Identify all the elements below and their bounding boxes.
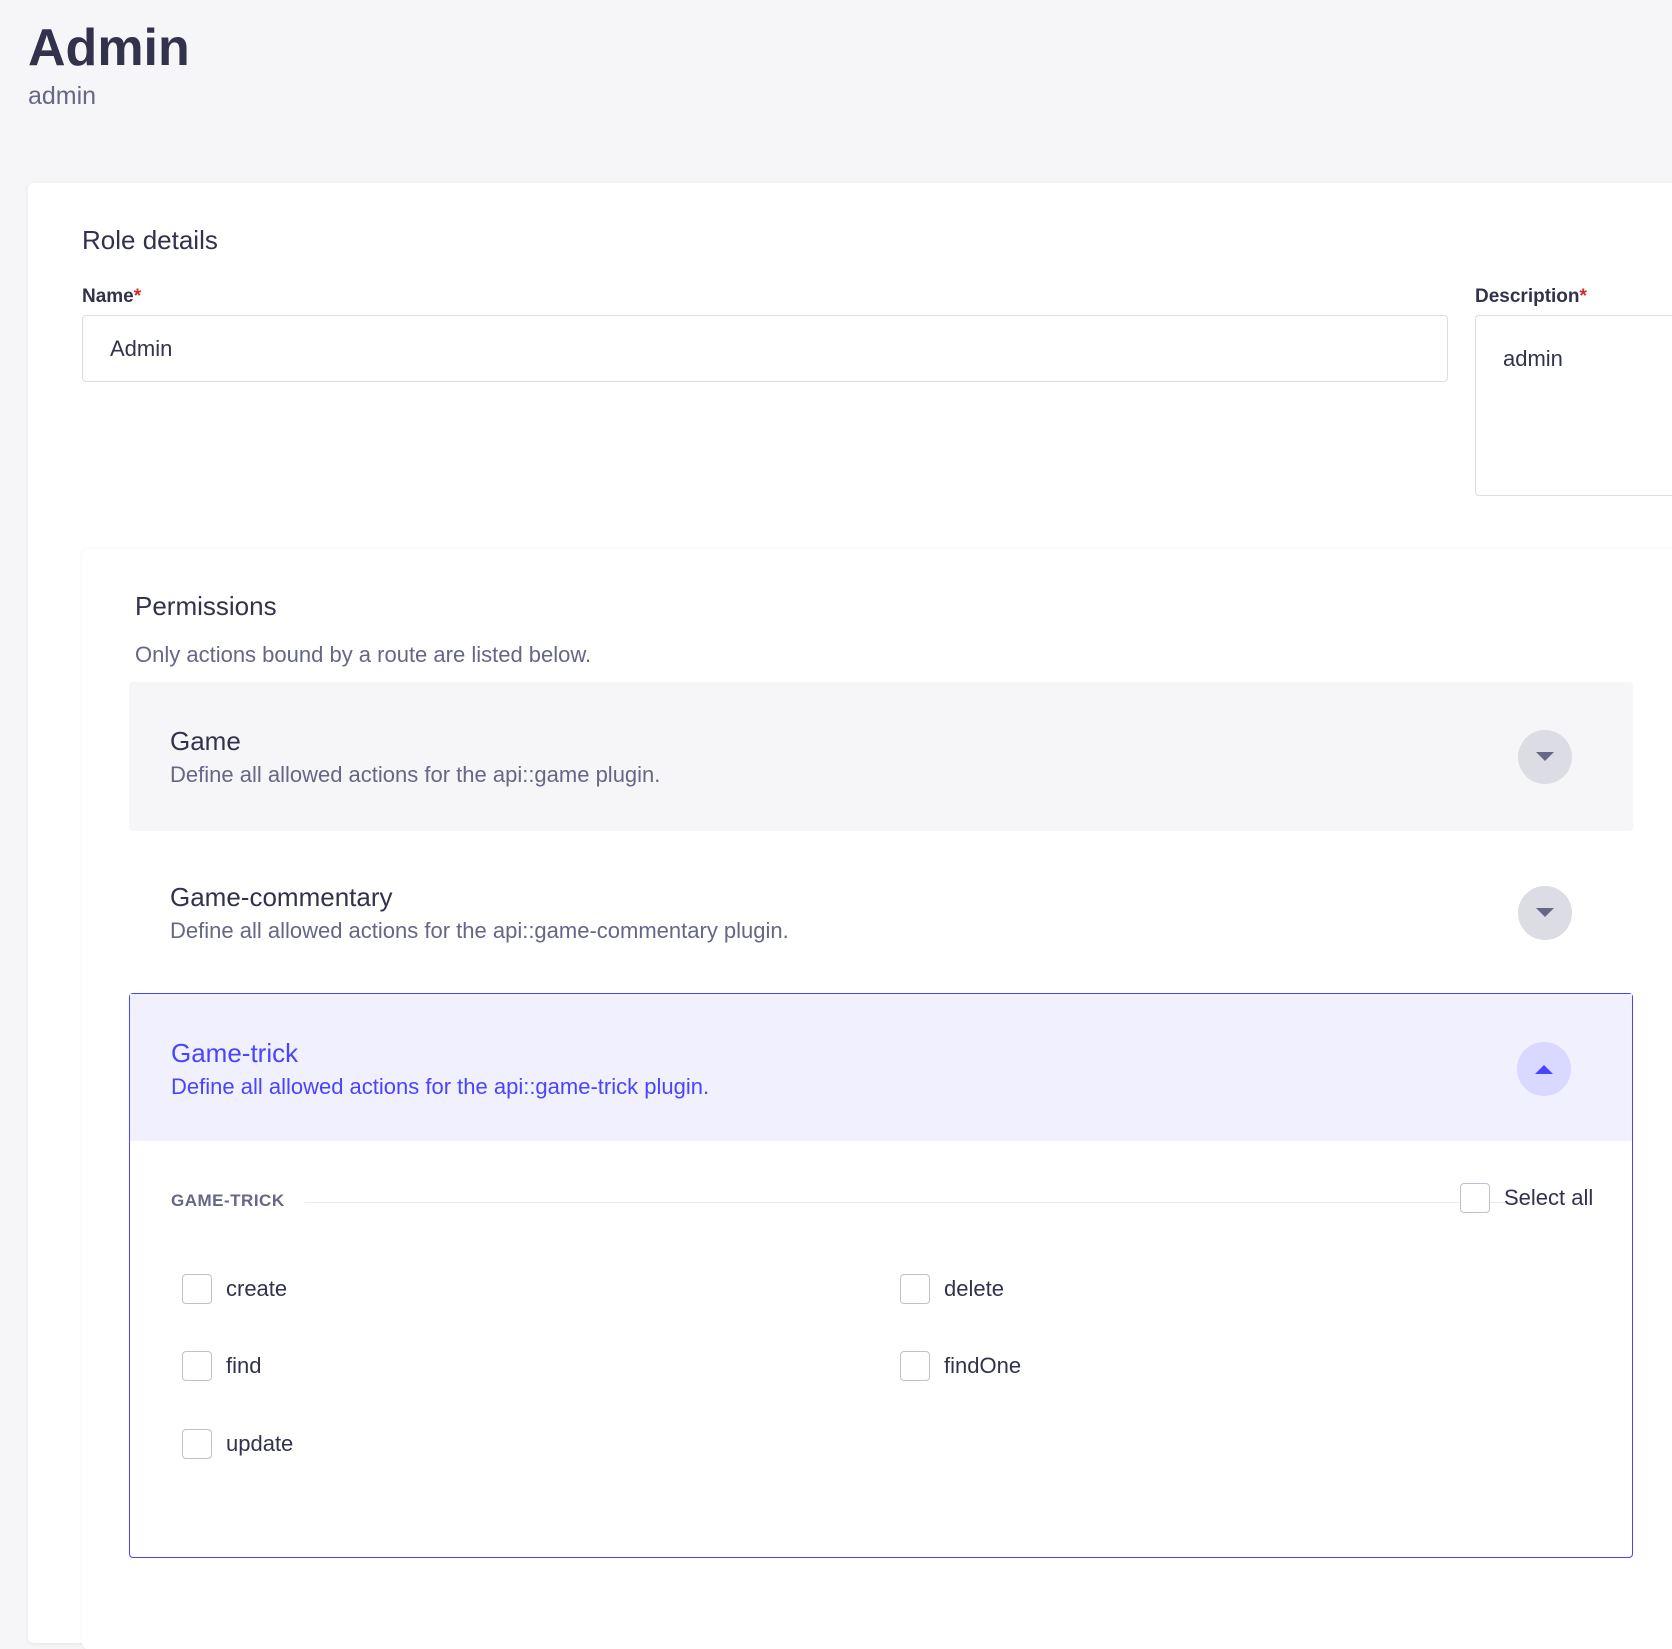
plugin-name: Game-trick [171, 1038, 299, 1068]
accordion-header-game-trick[interactable]: Game-trick Define all allowed actions fo… [130, 994, 1632, 1141]
accordion-game-trick: Game-trick Define all allowed actions fo… [129, 993, 1633, 1558]
plugin-name: Game-commentary [170, 882, 393, 912]
action-label: delete [944, 1276, 1004, 1301]
action-label: findOne [944, 1353, 1022, 1378]
name-label: Name* [82, 286, 141, 308]
checkbox[interactable] [182, 1274, 212, 1304]
accordion-game-commentary: Game-commentary Define all allowed actio… [129, 838, 1633, 987]
select-all-checkbox[interactable]: Select all [1460, 1183, 1593, 1213]
plugin-description: Define all allowed actions for the api::… [171, 1074, 710, 1099]
plugin-description: Define all allowed actions for the api::… [170, 918, 789, 943]
accordion-header-game-commentary[interactable]: Game-commentary Define all allowed actio… [129, 838, 1633, 985]
role-details-title: Role details [82, 225, 218, 255]
action-findone[interactable]: findOne [900, 1351, 1021, 1381]
required-asterisk: * [133, 286, 142, 307]
select-all-label: Select all [1504, 1185, 1594, 1210]
chevron-up-icon [1535, 1065, 1553, 1074]
description-label: Description* [1475, 286, 1587, 308]
checkbox[interactable] [182, 1351, 212, 1381]
permissions-title: Permissions [135, 591, 277, 621]
plugin-description: Define all allowed actions for the api::… [170, 762, 661, 787]
checkbox[interactable] [182, 1429, 212, 1459]
permissions-subtitle: Only actions bound by a route are listed… [135, 642, 592, 667]
action-label: find [226, 1353, 262, 1378]
plugin-name: Game [170, 726, 241, 756]
action-label: update [226, 1431, 294, 1456]
action-delete[interactable]: delete [900, 1274, 1004, 1304]
expand-toggle-button[interactable] [1518, 886, 1572, 940]
page-title: Admin [28, 19, 190, 77]
chevron-down-icon [1536, 752, 1554, 761]
action-group-label: GAME-TRICK [171, 1191, 285, 1210]
action-create[interactable]: create [182, 1274, 287, 1304]
accordion-header-game[interactable]: Game Define all allowed actions for the … [129, 682, 1633, 829]
name-input[interactable] [82, 315, 1448, 382]
action-find[interactable]: find [182, 1351, 261, 1381]
description-label-text: Description [1475, 286, 1580, 307]
accordion-body-game-trick: GAME-TRICK Select all create delete find… [130, 1141, 1632, 1557]
required-asterisk: * [1579, 286, 1587, 307]
expand-toggle-button[interactable] [1518, 730, 1572, 784]
description-textarea[interactable]: admin [1475, 315, 1672, 496]
group-divider [305, 1202, 1567, 1203]
action-update[interactable]: update [182, 1429, 293, 1459]
action-label: create [226, 1276, 288, 1301]
page-header: Admin admin [28, 18, 190, 112]
accordion-game: Game Define all allowed actions for the … [129, 682, 1633, 831]
checkbox[interactable] [900, 1351, 930, 1381]
page-subtitle: admin [28, 82, 97, 110]
checkbox[interactable] [1460, 1183, 1490, 1213]
name-label-text: Name [82, 286, 134, 307]
collapse-toggle-button[interactable] [1517, 1042, 1571, 1096]
checkbox[interactable] [900, 1274, 930, 1304]
chevron-down-icon [1536, 908, 1554, 917]
